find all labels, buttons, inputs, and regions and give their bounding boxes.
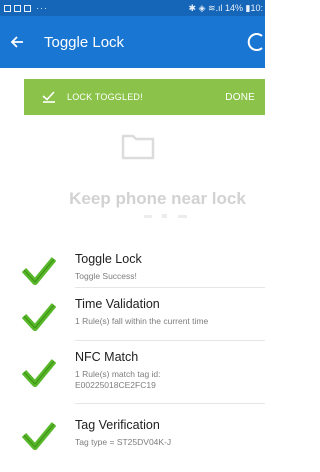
back-button[interactable] [10,35,28,49]
step-description: Tag type = ST25DV04K-J [75,437,172,447]
folder-icon [121,132,155,165]
checkmark-icon [22,257,56,285]
snackbar: LOCK TOGGLED! DONE [24,79,265,115]
checkmark-icon [22,303,56,331]
notification-icons: ··· [0,3,48,13]
done-button[interactable]: DONE [225,92,255,103]
app-bar: Toggle Lock [0,16,265,68]
refresh-button[interactable] [245,30,269,54]
checkmark-icon [22,422,56,450]
check-icon [42,91,58,103]
notification-icon [4,4,11,12]
status-info: ✱ ◈ ≋.ıl 14% ▮10: [188,2,263,13]
divider [75,287,265,288]
more-notifications-icon: ··· [36,3,48,13]
step-title: Toggle Lock [75,252,142,266]
status-bar: ··· ✱ ◈ ≋.ıl 14% ▮10: [0,0,265,16]
notification-icon [14,4,21,12]
page-title: Toggle Lock [44,33,125,51]
step-title: NFC Match [75,350,139,364]
step-title: Tag Verification [75,418,160,432]
checkmark-icon [22,359,56,387]
gallery-icon [24,4,31,12]
refresh-icon [247,33,263,51]
step-title: Time Validation [75,297,160,311]
step-tag-id: E00225018CE2FC19 [75,380,156,390]
hint-subtext-fragment [144,214,187,218]
divider [75,340,265,341]
step-description: Toggle Success! [75,271,137,281]
step-description: 1 Rule(s) fall within the current time [75,316,209,326]
back-arrow-icon [10,36,23,48]
hint-text: Keep phone near lock [69,189,246,208]
snackbar-message: LOCK TOGGLED! [67,92,143,102]
step-description: 1 Rule(s) match tag id: [75,369,161,379]
divider [75,403,265,404]
